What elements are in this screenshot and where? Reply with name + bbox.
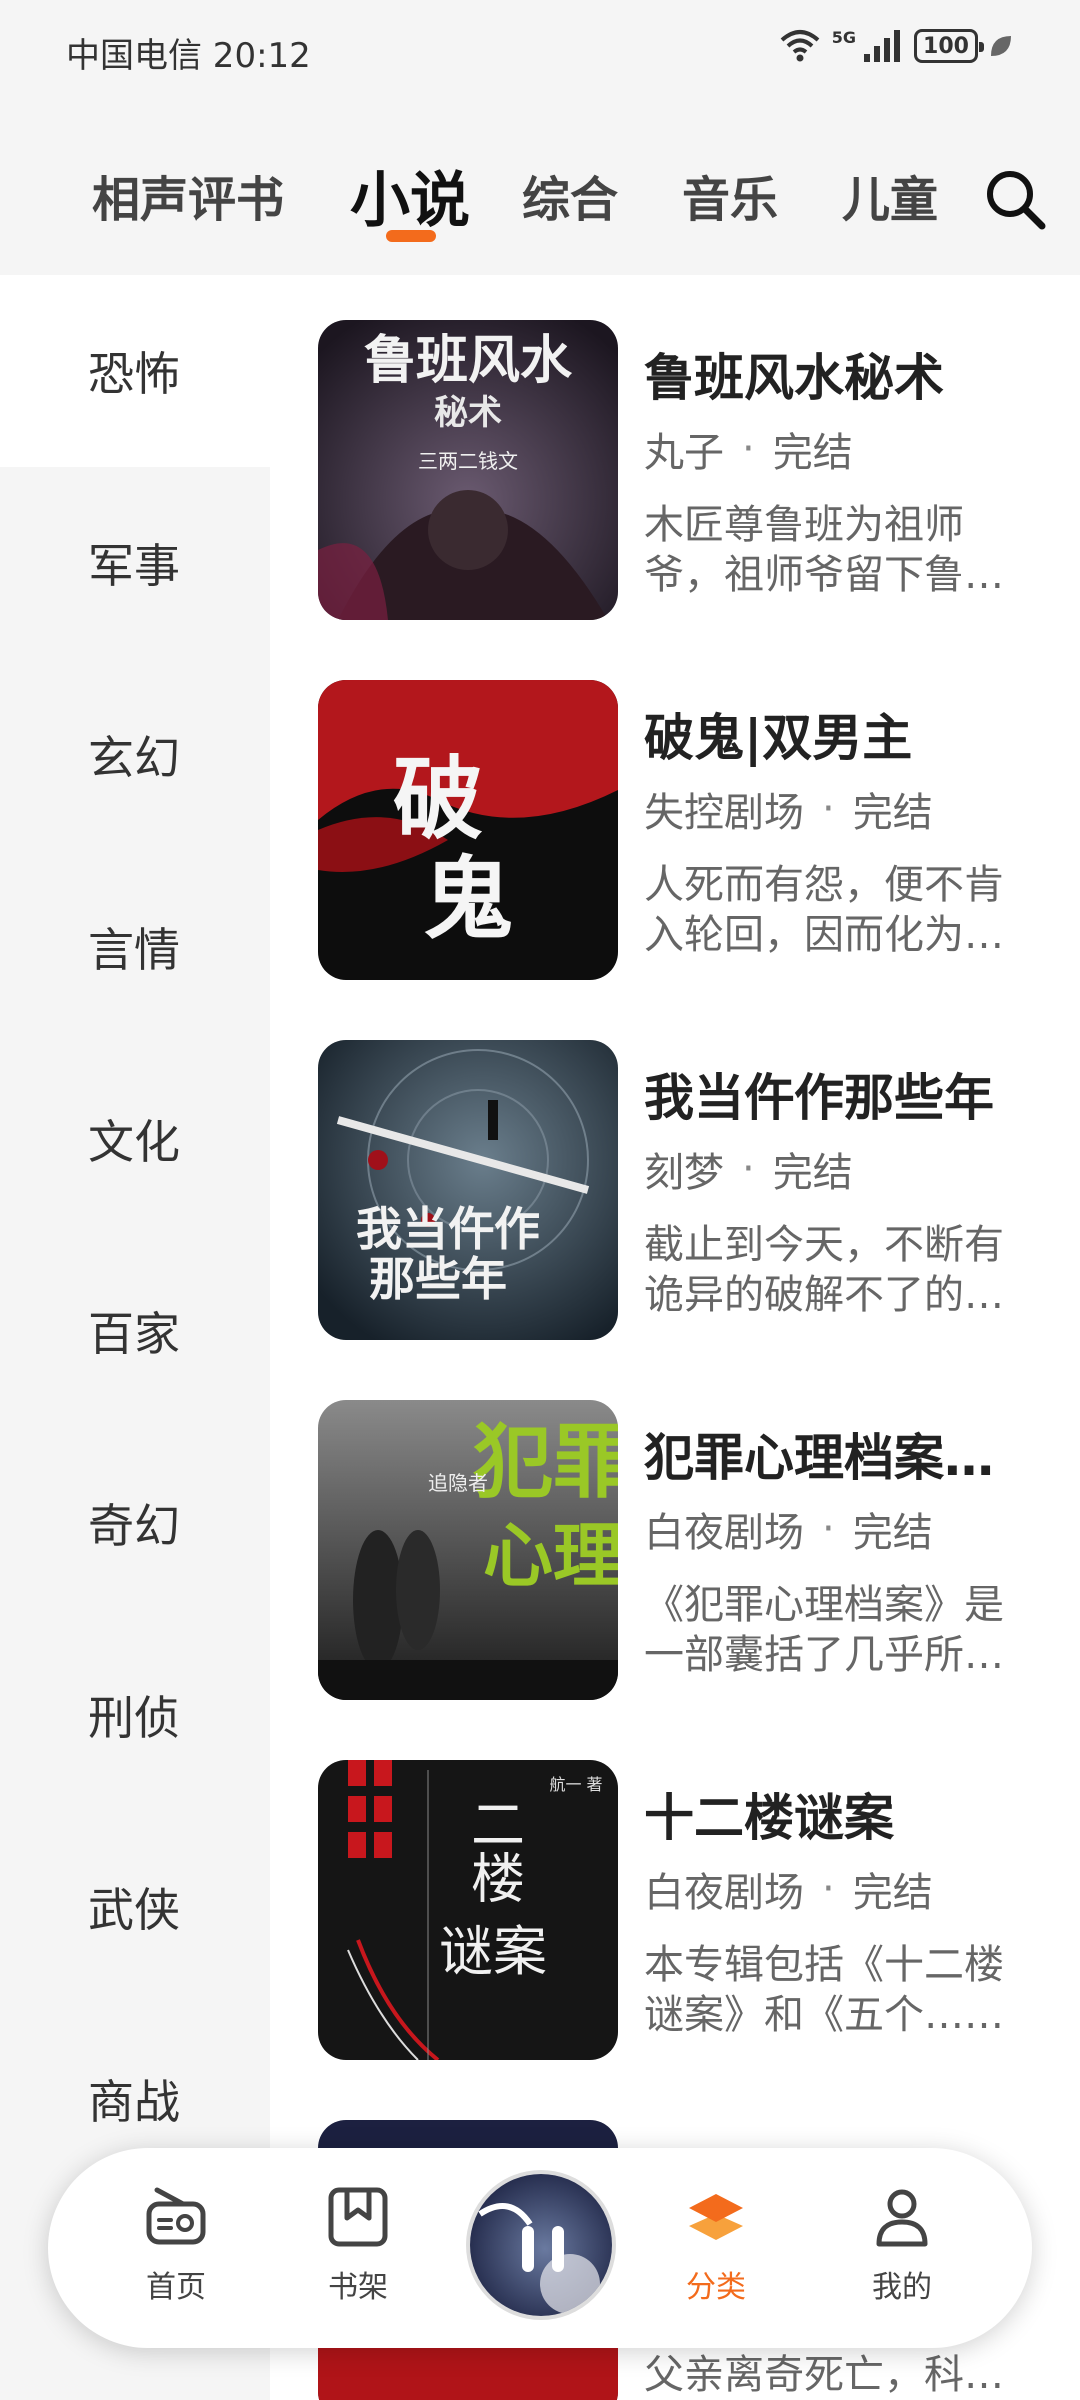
- tab-crosstalk[interactable]: 相声评书: [92, 160, 284, 230]
- tab-novel[interactable]: 小说: [350, 152, 470, 239]
- separator-dot: ·: [822, 1506, 835, 1552]
- nav-profile[interactable]: 我的: [842, 2184, 962, 2306]
- book-title: 我当仵作那些年: [644, 1069, 994, 1127]
- sidebar-item-horror[interactable]: 恐怖: [0, 275, 270, 467]
- search-icon[interactable]: [980, 164, 1050, 234]
- cover-title-text-2: 心理: [483, 1514, 618, 1597]
- separator-dot: ·: [742, 426, 755, 472]
- book-item[interactable]: 犯罪 心理 追隐者 犯罪心理档案… 白夜剧场 · 完结 《犯罪心理档案》是一部囊括了…: [318, 1400, 1058, 1700]
- tab-music[interactable]: 音乐: [682, 160, 778, 230]
- book-title: 鲁班风水秘术: [644, 349, 944, 407]
- radio-icon: [146, 2187, 206, 2245]
- book-meta: 白夜剧场 · 完结: [644, 1500, 933, 1558]
- book-cover[interactable]: 破 鬼: [318, 680, 618, 980]
- book-status: 完结: [772, 1150, 853, 1196]
- book-description: 人死而有怨，便不肯入轮回，因而化为厉鬼……: [644, 862, 1004, 958]
- nav-bookshelf[interactable]: 书架: [298, 2184, 418, 2306]
- book-meta: 失控剧场 · 完结: [644, 780, 933, 838]
- cover-subtitle-text: 秘术: [434, 393, 502, 433]
- nav-category[interactable]: 分类: [656, 2184, 776, 2306]
- tab-general[interactable]: 综合: [522, 160, 618, 230]
- book-title: 破鬼|双男主: [644, 709, 913, 767]
- now-playing-disc[interactable]: [466, 2170, 616, 2320]
- wifi-icon: [780, 30, 820, 62]
- battery-level: 100: [923, 33, 969, 59]
- nav-category-label: 分类: [686, 2270, 746, 2305]
- separator-dot: ·: [822, 786, 835, 832]
- cover-title-text: 二楼: [462, 1796, 525, 1904]
- category-stack-icon: [689, 2194, 743, 2240]
- book-status: 完结: [772, 430, 853, 476]
- sidebar-item-romance[interactable]: 言情: [0, 851, 270, 1043]
- book-cover[interactable]: 鲁班风水 秘术 三两二钱文: [318, 320, 618, 620]
- pause-icon: [522, 2226, 534, 2272]
- sidebar-item-detective[interactable]: 刑侦: [0, 1619, 270, 1811]
- book-description: 父亲离奇死亡，科…: [644, 2352, 1004, 2398]
- bookmark-icon: [328, 2187, 388, 2247]
- cover-title-text: 鲁班风水: [364, 330, 573, 391]
- book-title: 犯罪心理档案…: [644, 1429, 994, 1487]
- book-description: 截止到今天，不断有诡异的破解不了的案子……: [644, 1222, 1004, 1318]
- book-author: 失控剧场: [644, 790, 804, 836]
- subcategory-sidebar: 恐怖 军事 玄幻 言情 文化 百家 奇幻 刑侦 武侠 商战: [0, 275, 270, 2400]
- signal-icon: [864, 30, 900, 62]
- book-status: 完结: [852, 1870, 933, 1916]
- separator-dot: ·: [822, 1866, 835, 1912]
- book-author: 丸子: [644, 430, 724, 476]
- category-tabs: 相声评书 小说 综合 音乐 儿童: [0, 100, 1080, 275]
- book-cover[interactable]: 犯罪 心理 追隐者: [318, 1400, 618, 1700]
- book-meta: 丸子 · 完结: [644, 420, 853, 478]
- nav-home-label: 首页: [146, 2270, 206, 2305]
- book-item[interactable]: 鲁班风水 秘术 三两二钱文 鲁班风水秘术 丸子 · 完结 木匠尊鲁班为祖师爷，祖师爷…: [318, 320, 1058, 620]
- cover-title-text-2: 谜案: [439, 1920, 547, 1983]
- sidebar-item-fantasy[interactable]: 玄幻: [0, 659, 270, 851]
- book-description: 《犯罪心理档案》是一部囊括了几乎所有……: [644, 1582, 1004, 1678]
- book-cover[interactable]: 二楼 谜案 航一 著: [318, 1760, 618, 2060]
- book-meta: 白夜剧场 · 完结: [644, 1860, 933, 1918]
- cover-author-text: 航一 著: [549, 1775, 602, 1794]
- nav-profile-label: 我的: [872, 2270, 932, 2305]
- network-type: 5G: [831, 27, 856, 47]
- carrier-time: 中国电信 20:12: [66, 36, 311, 76]
- sidebar-item-military[interactable]: 军事: [0, 467, 270, 659]
- book-item[interactable]: 二楼 谜案 航一 著 十二楼谜案 白夜剧场 · 完结 本专辑包括《十二楼谜案》和《五…: [318, 1760, 1058, 2060]
- app-screen: { "status_bar": { "carrier_time": "中国电信 …: [0, 0, 1080, 2400]
- battery-icon: 100: [914, 29, 984, 63]
- book-author: 刻梦: [644, 1150, 724, 1196]
- nav-bookshelf-label: 书架: [328, 2270, 388, 2305]
- book-status: 完结: [852, 1510, 933, 1556]
- sidebar-item-baijia[interactable]: 百家: [0, 1235, 270, 1427]
- book-description: 本专辑包括《十二楼谜案》和《五个……: [644, 1942, 1004, 2038]
- cover-title-text: 犯罪: [473, 1415, 618, 1509]
- bottom-navigation: 首页 书架 分类 我的: [48, 2148, 1032, 2348]
- cover-subtitle-text: 追隐者: [428, 1471, 488, 1495]
- nav-home[interactable]: 首页: [116, 2184, 236, 2306]
- active-tab-indicator: [386, 230, 436, 242]
- user-icon: [876, 2189, 928, 2247]
- tab-children[interactable]: 儿童: [842, 160, 938, 230]
- cover-title-text-2: 那些年: [369, 1252, 507, 1306]
- cover-title-text-2: 鬼: [423, 846, 513, 952]
- book-author: 白夜剧场: [644, 1510, 804, 1556]
- book-title: 十二楼谜案: [644, 1789, 894, 1847]
- cover-title-text: 我当仵作: [356, 1202, 540, 1256]
- book-meta: 刻梦 · 完结: [644, 1140, 853, 1198]
- book-list: 鲁班风水 秘术 三两二钱文 鲁班风水秘术 丸子 · 完结 木匠尊鲁班为祖师爷，祖师爷…: [270, 275, 1080, 2400]
- leaf-icon: [991, 36, 1011, 56]
- cover-author-text: 三两二钱文: [418, 449, 518, 473]
- sidebar-item-culture[interactable]: 文化: [0, 1043, 270, 1235]
- book-item[interactable]: 破 鬼 破鬼|双男主 失控剧场 · 完结 人死而有怨，便不肯入轮回，因而化为厉鬼……: [318, 680, 1058, 980]
- book-author: 白夜剧场: [644, 1870, 804, 1916]
- sidebar-item-magic[interactable]: 奇幻: [0, 1427, 270, 1619]
- book-cover[interactable]: 我当仵作 那些年: [318, 1040, 618, 1340]
- cover-title-text: 破: [393, 746, 483, 852]
- status-bar: 中国电信 20:12 5G 100: [0, 0, 1080, 100]
- sidebar-item-wuxia[interactable]: 武侠: [0, 1811, 270, 2003]
- separator-dot: ·: [742, 1146, 755, 1192]
- book-item[interactable]: 我当仵作 那些年 我当仵作那些年 刻梦 · 完结 截止到今天，不断有诡异的破解不了的…: [318, 1040, 1058, 1340]
- book-status: 完结: [852, 790, 933, 836]
- book-description: 木匠尊鲁班为祖师爷，祖师爷留下鲁班书……: [644, 502, 1004, 598]
